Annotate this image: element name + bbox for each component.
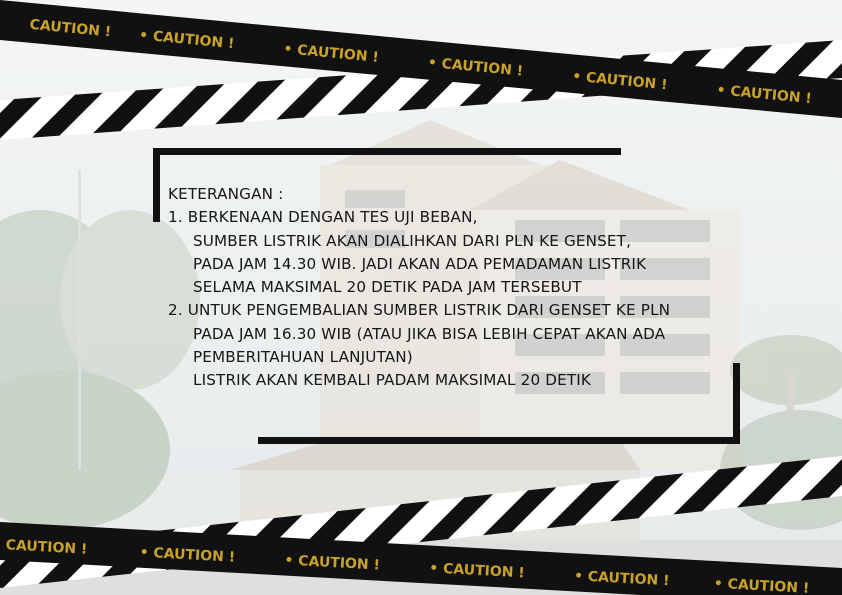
item-1-number: 1.	[168, 208, 183, 227]
item-1-text-1: BERKENAAN DENGAN TES UJI BEBAN,	[187, 208, 478, 227]
frame-top-bar	[153, 148, 621, 155]
item-2-line-1: 2. UNTUK PENGEMBALIAN SUMBER LISTRIK DAR…	[168, 299, 670, 322]
item-2-number: 2.	[168, 301, 183, 320]
frame-right-bar	[733, 363, 740, 444]
item-2-line-2: PADA JAM 16.30 WIB (ATAU JIKA BISA LEBIH…	[193, 324, 666, 343]
notice-heading: KETERANGAN :	[168, 185, 284, 203]
item-2-text-1: UNTUK PENGEMBALIAN SUMBER LISTRIK DARI G…	[187, 301, 671, 320]
item-1-line-1: 1. BERKENAAN DENGAN TES UJI BEBAN,	[168, 206, 670, 229]
item-1-line-2: SUMBER LISTRIK AKAN DIALIHKAN DARI PLN K…	[193, 231, 632, 250]
item-1-line-4: SELAMA MAKSIMAL 20 DETIK PADA JAM TERSEB…	[193, 278, 582, 297]
frame-left-bar	[153, 148, 160, 222]
frame-bottom-bar	[258, 437, 740, 444]
notice-panel: KETERANGAN : 1. BERKENAAN DENGAN TES UJI…	[0, 0, 842, 595]
item-1-line-3: PADA JAM 14.30 WIB. JADI AKAN ADA PEMADA…	[193, 254, 647, 273]
item-2-line-4: LISTRIK AKAN KEMBALI PADAM MAKSIMAL 20 D…	[193, 371, 592, 390]
notice-text: KETERANGAN : 1. BERKENAAN DENGAN TES UJI…	[168, 183, 670, 393]
item-2-line-3: PEMBERITAHUAN LANJUTAN)	[193, 348, 413, 367]
